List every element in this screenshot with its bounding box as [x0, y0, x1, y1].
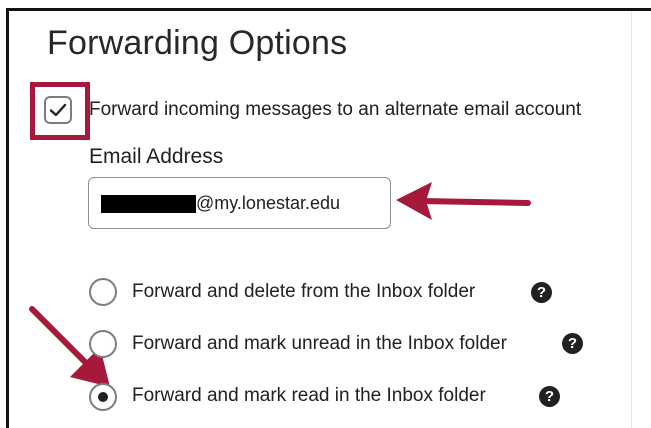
- forward-checkbox-label[interactable]: Forward incoming messages to an alternat…: [89, 99, 581, 121]
- email-address-input[interactable]: @my.lonestar.edu: [88, 177, 391, 229]
- radio-forward-mark-unread[interactable]: [89, 330, 117, 358]
- checkmark-icon: [49, 103, 67, 117]
- red-arrow-icon: [396, 182, 531, 220]
- question-mark-circle-icon[interactable]: ?: [562, 333, 583, 354]
- radio-forward-mark-read[interactable]: [89, 383, 117, 411]
- radio-forward-delete-label[interactable]: Forward and delete from the Inbox folder: [132, 281, 475, 303]
- radio-forward-delete[interactable]: [89, 278, 117, 306]
- page-title: Forwarding Options: [47, 24, 348, 62]
- forward-checkbox[interactable]: [44, 96, 72, 124]
- radio-forward-mark-read-label[interactable]: Forward and mark read in the Inbox folde…: [132, 385, 486, 407]
- email-address-label: Email Address: [89, 145, 224, 168]
- redaction-bar: [101, 195, 196, 213]
- question-mark-circle-icon[interactable]: ?: [531, 282, 552, 303]
- radio-forward-mark-unread-label[interactable]: Forward and mark unread in the Inbox fol…: [132, 333, 507, 355]
- panel-divider: [631, 11, 632, 428]
- email-address-value: @my.lonestar.edu: [196, 193, 341, 213]
- question-mark-circle-icon[interactable]: ?: [539, 386, 560, 407]
